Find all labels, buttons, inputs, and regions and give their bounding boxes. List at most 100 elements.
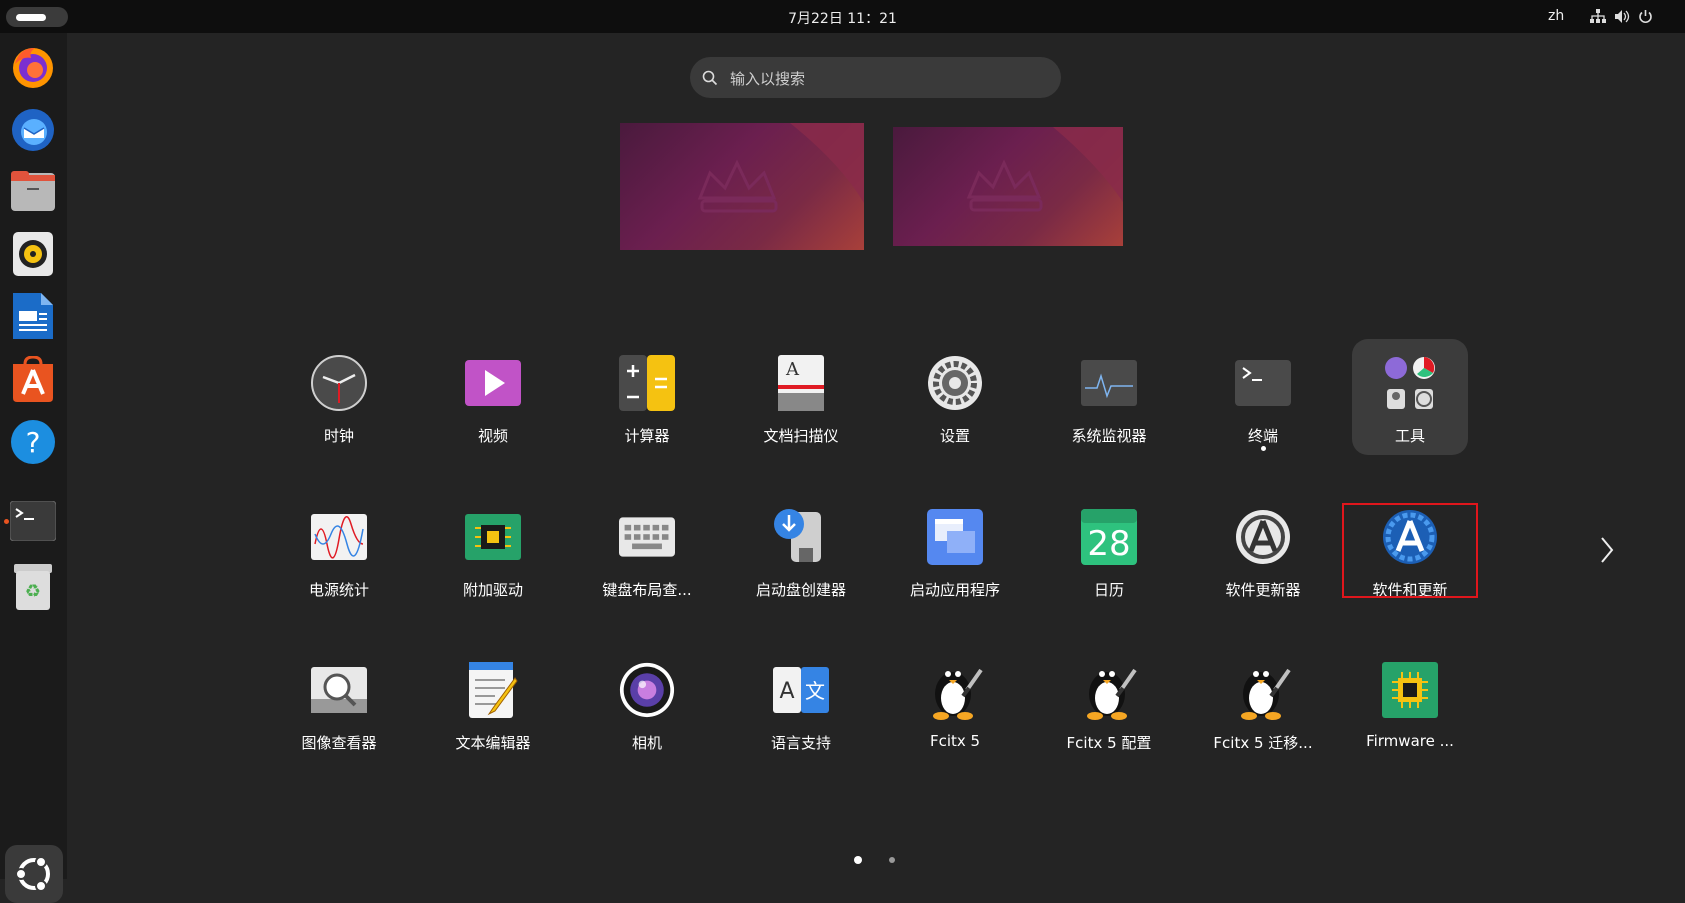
app-label: Fcitx 5 配置 [1066,734,1152,752]
input-method-indicator[interactable]: zh [1548,8,1564,24]
thunderbird-icon[interactable] [9,105,57,153]
app-label: Fcitx 5 [929,732,981,750]
tux-penguin-icon [1235,662,1291,720]
video-icon [465,355,521,411]
app-system-monitor[interactable]: 系统监视器 [1039,355,1179,475]
svg-text:♻: ♻ [25,581,41,602]
app-videos[interactable]: 视频 [423,355,563,475]
app-text-editor[interactable]: 文本编辑器 [423,662,563,782]
app-label: 键盘布局查... [602,581,692,599]
svg-text:A: A [785,359,800,380]
calculator-icon [619,355,675,411]
next-page-arrow-icon[interactable] [1594,534,1618,566]
app-startup-applications[interactable]: 启动应用程序 [885,509,1025,629]
app-label: 图像查看器 [301,734,377,752]
dock: ? ♻ [0,33,67,903]
app-label: 文档扫描仪 [763,427,839,445]
app-label: 日历 [1093,581,1124,599]
terminal-icon [1235,355,1291,411]
app-clock[interactable]: 时钟 [269,355,409,475]
startup-applications-icon [927,509,983,565]
app-firmware[interactable]: Firmware ... [1340,662,1480,782]
app-label: 视频 [477,427,508,445]
workspace-thumbnail-1[interactable] [620,123,864,250]
app-camera[interactable]: 相机 [577,662,717,782]
app-additional-drivers[interactable]: 附加驱动 [423,509,563,629]
app-label: 电源统计 [308,581,369,599]
app-label: Fcitx 5 迁移... [1213,734,1313,752]
app-label: 设置 [939,427,970,445]
app-fcitx5[interactable]: Fcitx 5 [885,662,1025,782]
rhythmbox-icon[interactable] [9,230,57,278]
files-icon[interactable] [9,167,57,215]
language-support-icon: A文 [773,662,829,718]
app-label: 文本编辑器 [455,734,531,752]
top-bar: 7月22日 11：21 zh [0,0,1685,33]
app-power-statistics[interactable]: 电源统计 [269,509,409,629]
app-image-viewer[interactable]: 图像查看器 [269,662,409,782]
svg-text:文: 文 [805,679,825,703]
app-keyboard-layout[interactable]: 键盘布局查... [577,509,717,629]
app-settings[interactable]: 设置 [885,355,1025,475]
app-software-updater[interactable]: 软件更新器 [1193,509,1333,629]
search-bar[interactable] [690,57,1061,98]
camera-icon [619,662,675,718]
app-fcitx5-config[interactable]: Fcitx 5 配置 [1039,662,1179,782]
app-label: 启动盘创建器 [755,581,846,599]
firefox-icon[interactable] [9,43,57,91]
app-language-support[interactable]: A文 语言支持 [731,662,871,782]
search-input[interactable] [728,67,1032,91]
keyboard-icon [619,509,675,565]
app-center-icon[interactable] [9,355,57,403]
help-icon[interactable]: ? [9,418,57,466]
settings-gear-icon [927,355,983,411]
volume-icon[interactable] [1614,9,1630,24]
app-label: Firmware ... [1366,732,1454,750]
app-label: 计算器 [624,427,670,445]
trash-icon[interactable]: ♻ [9,563,57,611]
page-indicator-2[interactable] [889,857,895,863]
app-folder-tools[interactable]: 工具 [1340,355,1480,475]
usb-disk-icon [773,509,829,565]
app-label: 语言支持 [770,734,831,752]
app-label: 系统监视器 [1071,427,1147,445]
clock[interactable]: 7月22日 11：21 [0,8,1685,28]
tools-folder-icon [1382,355,1438,411]
ubuntu-icon [15,856,50,892]
svg-text:A: A [779,679,794,704]
tux-penguin-icon [927,662,983,720]
text-editor-icon [465,662,521,718]
calendar-icon: 28 [1081,509,1137,565]
app-calculator[interactable]: 计算器 [577,355,717,475]
network-icon[interactable] [1590,9,1606,24]
tux-penguin-icon [1081,662,1137,720]
page-indicator-1[interactable] [854,856,862,864]
software-updater-icon [1235,509,1291,565]
clock-icon [311,355,367,411]
app-calendar[interactable]: 28 日历 [1039,509,1179,629]
app-startup-disk-creator[interactable]: 启动盘创建器 [731,509,871,629]
app-label: 工具 [1394,427,1425,445]
chip-icon [465,509,521,565]
app-label: 附加驱动 [462,581,523,599]
image-viewer-icon [311,662,367,718]
app-document-scanner[interactable]: A 文档扫描仪 [731,355,871,475]
app-label: 软件更新器 [1225,581,1301,599]
power-icon[interactable] [1638,9,1653,24]
svg-text:?: ? [26,426,41,459]
running-indicator [1261,446,1266,451]
app-fcitx5-migrator[interactable]: Fcitx 5 迁移... [1193,662,1333,782]
power-statistics-icon [311,509,367,565]
libreoffice-writer-icon[interactable] [9,292,57,340]
selection-highlight [1342,503,1478,598]
show-apps-button[interactable] [5,845,63,903]
system-monitor-icon [1081,355,1137,411]
calendar-day: 28 [1087,524,1130,564]
search-icon [702,70,718,86]
workspace-thumbnail-2[interactable] [893,127,1123,246]
terminal-icon[interactable] [9,497,57,545]
firmware-chip-icon [1382,662,1438,718]
app-terminal[interactable]: 终端 [1193,355,1333,475]
app-label: 终端 [1247,427,1278,445]
app-label: 启动应用程序 [909,581,1000,599]
